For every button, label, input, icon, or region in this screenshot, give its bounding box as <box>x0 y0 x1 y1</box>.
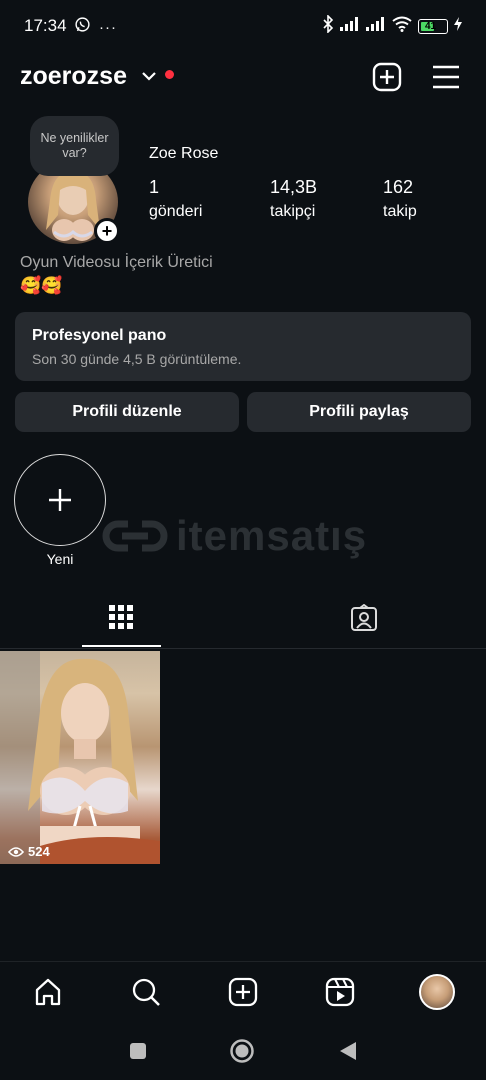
nav-home[interactable] <box>28 972 68 1012</box>
followers-count-label: takipçi <box>270 203 316 220</box>
charging-icon <box>454 17 462 36</box>
square-icon <box>130 1043 146 1059</box>
tab-divider <box>0 648 486 649</box>
watermark-text: itemsatış <box>176 512 368 559</box>
signal-icon-2 <box>366 17 386 36</box>
recent-apps-button[interactable] <box>124 1037 152 1065</box>
followers-count-value: 14,3B <box>270 177 318 197</box>
add-story-icon[interactable]: + <box>94 218 120 244</box>
dashboard-subtitle: Son 30 günde 4,5 B görüntüleme. <box>32 351 242 367</box>
note-bubble[interactable]: Ne yenilikler var? <box>30 116 119 176</box>
status-time: 17:34 <box>24 16 67 35</box>
new-highlight-button[interactable] <box>14 454 106 546</box>
signal-icon <box>340 17 360 36</box>
share-profile-button[interactable]: Profili paylaş <box>247 392 471 432</box>
following-count-value: 162 <box>383 177 414 197</box>
grid-icon <box>109 605 133 629</box>
tagged-user-icon <box>351 603 377 631</box>
add-post-icon <box>228 977 258 1007</box>
whatsapp-icon <box>74 16 91 38</box>
wifi-icon <box>392 16 412 37</box>
active-tab-indicator <box>82 645 161 647</box>
nav-create[interactable] <box>223 972 263 1012</box>
post-thumbnail[interactable] <box>0 651 160 864</box>
watermark-logo-icon <box>102 520 168 552</box>
following-count-label: takip <box>383 203 417 220</box>
posts-count[interactable]: 1 gönderi <box>149 177 202 221</box>
dashboard-title: Profesyonel pano <box>32 327 167 344</box>
post-view-count-value: 524 <box>28 844 50 859</box>
chevron-down-icon[interactable] <box>142 68 156 86</box>
bluetooth-icon <box>322 14 334 38</box>
display-name: Zoe Rose <box>149 145 219 162</box>
eye-icon <box>8 846 24 857</box>
bio-category: Oyun Videosu İçerik Üretici <box>20 254 213 271</box>
nav-reels[interactable] <box>320 972 360 1012</box>
create-button[interactable] <box>372 62 402 97</box>
profile-avatar-small <box>419 974 455 1010</box>
nav-profile[interactable] <box>417 972 457 1012</box>
posts-count-label: gönderi <box>149 203 203 220</box>
search-icon <box>132 978 160 1006</box>
tab-tagged[interactable] <box>350 603 378 637</box>
edit-profile-button[interactable]: Profili düzenle <box>15 392 239 432</box>
username-title[interactable]: zoerozse <box>20 62 127 91</box>
home-icon <box>35 978 61 1006</box>
circle-icon <box>230 1039 254 1063</box>
home-system-button[interactable] <box>228 1037 256 1065</box>
professional-dashboard-card[interactable]: Profesyonel pano Son 30 günde 4,5 B görü… <box>15 312 471 381</box>
new-highlight-label: Yeni <box>46 551 74 567</box>
bio-emoji: 🥰🥰 <box>20 276 63 295</box>
bottom-nav-divider <box>0 961 486 962</box>
battery-level: 41 <box>425 21 437 32</box>
notification-dot <box>165 70 174 79</box>
more-notifications-icon: ··· <box>99 18 117 36</box>
followers-count[interactable]: 14,3B takipçi <box>270 177 317 221</box>
back-triangle-icon <box>340 1042 356 1060</box>
menu-button[interactable] <box>432 64 460 95</box>
following-count[interactable]: 162 takip <box>383 177 417 221</box>
watermark: itemsatış <box>100 512 367 560</box>
tab-grid[interactable] <box>108 604 134 635</box>
post-view-count: 524 <box>8 844 50 859</box>
back-button[interactable] <box>334 1037 362 1065</box>
posts-count-value: 1 <box>149 177 160 197</box>
reels-icon <box>325 977 355 1007</box>
nav-search[interactable] <box>126 972 166 1012</box>
battery-icon: 41 <box>418 19 448 34</box>
